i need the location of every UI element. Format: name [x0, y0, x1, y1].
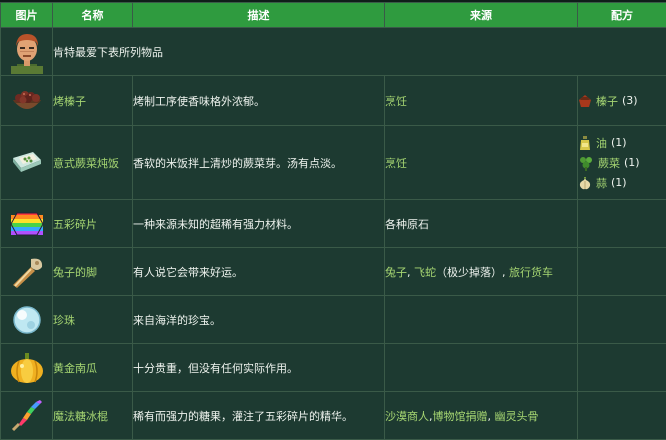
table-row: 兔子的脚 有人说它会带来好运。 兔子, 飞蛇（极少掉落）, 旅行货车	[1, 248, 666, 296]
item-source	[385, 296, 578, 344]
header-recipe: 配方	[578, 3, 666, 28]
table-row: 意式蕨菜炖饭 香软的米饭拌上清炒的蕨菜芽。汤有点淡。 烹饪 油 (1) 蕨菜 (…	[1, 126, 666, 200]
item-source-link[interactable]: 烹饪	[385, 157, 407, 170]
item-description: 有人说它会带来好运。	[133, 248, 385, 296]
golden-pumpkin-icon	[9, 351, 45, 385]
table-row: 珍珠 来自海洋的珍宝。	[1, 296, 666, 344]
loved-gifts-table: 图片 名称 描述 来源 配方 肯特最	[0, 2, 666, 440]
source-link-museum[interactable]: 博物馆捐赠	[433, 410, 488, 423]
item-name[interactable]: 意式蕨菜炖饭	[53, 126, 133, 200]
prismatic-shard-icon	[9, 207, 45, 241]
recipe-ingredient: 榛子 (3)	[578, 91, 666, 111]
pearl-icon	[10, 303, 44, 337]
item-name[interactable]: 魔法糖冰棍	[53, 392, 133, 440]
item-description: 来自海洋的珍宝。	[133, 296, 385, 344]
item-source-link[interactable]: 烹饪	[385, 95, 407, 108]
fern-risotto-icon	[11, 150, 43, 176]
garlic-icon	[578, 176, 592, 190]
hazelnut-icon	[578, 94, 592, 108]
item-recipe	[578, 344, 666, 392]
intro-row: 肯特最爱下表所列物品	[1, 28, 666, 76]
intro-text: 肯特最爱下表所列物品	[53, 28, 666, 76]
item-description: 一种来源未知的超稀有强力材料。	[133, 200, 385, 248]
source-link-haunted-skull[interactable]: 幽灵头骨	[495, 410, 539, 423]
source-link-desert-trader[interactable]: 沙漠商人	[385, 410, 429, 423]
item-recipe	[578, 248, 666, 296]
source-link-rabbit[interactable]: 兔子	[385, 266, 407, 279]
item-name[interactable]: 珍珠	[53, 296, 133, 344]
header-name: 名称	[53, 3, 133, 28]
item-recipe	[578, 392, 666, 440]
magic-rock-candy-icon	[9, 398, 45, 434]
item-source: 沙漠商人,博物馆捐赠, 幽灵头骨	[385, 392, 578, 440]
kent-portrait-cell	[1, 28, 53, 76]
header-description: 描述	[133, 3, 385, 28]
table-row: 五彩碎片 一种来源未知的超稀有强力材料。 各种原石	[1, 200, 666, 248]
item-source: 各种原石	[385, 200, 578, 248]
item-description: 十分贵重，但没有任何实际作用。	[133, 344, 385, 392]
item-description: 烤制工序使香味格外浓郁。	[133, 76, 385, 126]
table-row: 烤榛子 烤制工序使香味格外浓郁。 烹饪 榛子 (3)	[1, 76, 666, 126]
item-source	[385, 344, 578, 392]
item-recipe	[578, 296, 666, 344]
item-recipe: 榛子 (3)	[578, 76, 666, 126]
oil-icon	[578, 135, 592, 151]
header-source: 来源	[385, 3, 578, 28]
roasted-hazelnuts-icon	[10, 86, 44, 116]
header-row: 图片 名称 描述 来源 配方	[1, 3, 666, 28]
fiddlehead-fern-icon	[578, 155, 594, 171]
table-row: 黄金南瓜 十分贵重，但没有任何实际作用。	[1, 344, 666, 392]
rabbits-foot-icon	[9, 255, 45, 289]
item-name[interactable]: 兔子的脚	[53, 248, 133, 296]
item-name[interactable]: 烤榛子	[53, 76, 133, 126]
recipe-ingredient: 蒜 (1)	[578, 173, 666, 193]
recipe-ingredient: 蕨菜 (1)	[578, 153, 666, 173]
kent-portrait-icon	[7, 30, 47, 74]
item-recipe	[578, 200, 666, 248]
table-row: 魔法糖冰棍 稀有而强力的糖果，灌注了五彩碎片的精华。 沙漠商人,博物馆捐赠, 幽…	[1, 392, 666, 440]
item-description: 香软的米饭拌上清炒的蕨菜芽。汤有点淡。	[133, 126, 385, 200]
item-name[interactable]: 黄金南瓜	[53, 344, 133, 392]
item-recipe: 油 (1) 蕨菜 (1) 蒜 (1)	[578, 126, 666, 200]
item-name[interactable]: 五彩碎片	[53, 200, 133, 248]
source-link-serpent[interactable]: 飞蛇	[414, 266, 436, 279]
item-description: 稀有而强力的糖果，灌注了五彩碎片的精华。	[133, 392, 385, 440]
header-image: 图片	[1, 3, 53, 28]
source-link-traveling-cart[interactable]: 旅行货车	[509, 266, 553, 279]
recipe-ingredient: 油 (1)	[578, 133, 666, 153]
item-source: 兔子, 飞蛇（极少掉落）, 旅行货车	[385, 248, 578, 296]
